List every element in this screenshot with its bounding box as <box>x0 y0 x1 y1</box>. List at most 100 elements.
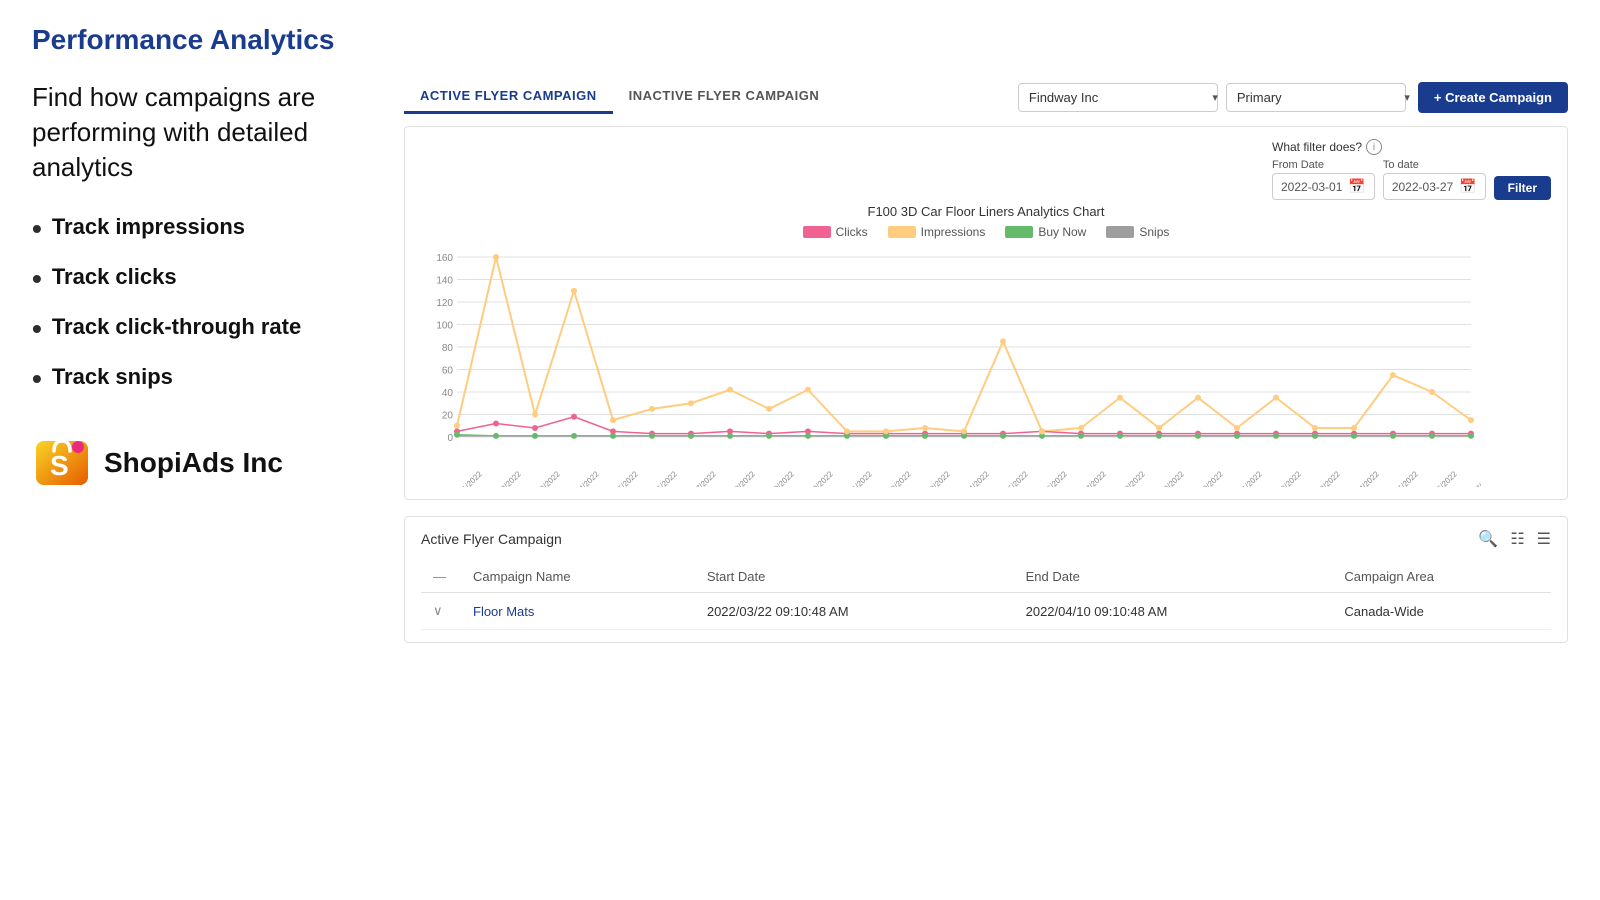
logo-text: ShopiAds Inc <box>104 447 283 479</box>
col-campaign-name: Campaign Name <box>461 561 695 593</box>
to-date-label: To date <box>1383 159 1486 171</box>
col-end-date: End Date <box>1014 561 1333 593</box>
svg-text:140: 140 <box>436 276 453 287</box>
svg-text:03/15/2022: 03/15/2022 <box>995 469 1030 487</box>
from-date-label: From Date <box>1272 159 1375 171</box>
expand-cell[interactable]: ∨ <box>421 593 461 630</box>
svg-text:03/09/2022: 03/09/2022 <box>761 469 796 487</box>
info-icon[interactable]: i <box>1366 139 1382 155</box>
legend-clicks: Clicks <box>803 225 868 239</box>
feature-list: •Track impressions •Track clicks •Track … <box>32 213 372 393</box>
from-date-input[interactable]: 2022-03-01 📅 <box>1272 173 1375 200</box>
svg-text:100: 100 <box>436 321 453 332</box>
svg-text:80: 80 <box>442 343 454 354</box>
left-panel: Find how campaigns are performing with d… <box>32 80 372 876</box>
svg-text:120: 120 <box>436 298 453 309</box>
to-date-input[interactable]: 2022-03-27 📅 <box>1383 173 1486 200</box>
svg-text:03/13/2022: 03/13/2022 <box>917 469 952 487</box>
svg-text:03/10/2022: 03/10/2022 <box>800 469 835 487</box>
tab-active-flyer[interactable]: ACTIVE FLYER CAMPAIGN <box>404 80 613 114</box>
svg-text:03/03/2022: 03/03/2022 <box>527 469 562 487</box>
legend-snips: Snips <box>1106 225 1169 239</box>
campaign-link[interactable]: Floor Mats <box>473 604 534 619</box>
calendar-icon: 📅 <box>1348 178 1365 195</box>
filter-button[interactable]: Filter <box>1494 176 1551 200</box>
calendar-icon-2: 📅 <box>1459 178 1476 195</box>
chart-filter-row: What filter does? i From Date 2022-03-01… <box>421 139 1551 200</box>
table-icon-group: 🔍 ☷ ☰ <box>1478 529 1551 549</box>
tagline: Find how campaigns are performing with d… <box>32 80 372 185</box>
end-date-cell: 2022/04/10 09:10:48 AM <box>1014 593 1333 630</box>
filter-group: What filter does? i From Date 2022-03-01… <box>1272 139 1551 200</box>
svg-text:03/26/2022: 03/26/2022 <box>1424 469 1459 487</box>
legend-impressions: Impressions <box>888 225 986 239</box>
svg-text:03/25/2022: 03/25/2022 <box>1385 469 1420 487</box>
bullet-4: • <box>32 365 42 393</box>
feature-item-3: •Track click-through rate <box>32 313 372 343</box>
col-start-date: Start Date <box>695 561 1014 593</box>
svg-text:40: 40 <box>442 388 454 399</box>
chart-legend: Clicks Impressions Buy Now Snips <box>421 225 1551 239</box>
col-expand: — <box>421 561 461 593</box>
svg-text:0: 0 <box>447 433 453 444</box>
svg-text:03/18/2022: 03/18/2022 <box>1112 469 1147 487</box>
date-inputs: From Date 2022-03-01 📅 To date 2022-03-2… <box>1272 159 1551 200</box>
shopiads-logo-icon: S <box>32 433 92 493</box>
svg-text:03/07/2022: 03/07/2022 <box>683 469 718 487</box>
type-select-wrapper: Primary <box>1226 83 1418 112</box>
svg-text:03/06/2022: 03/06/2022 <box>644 469 679 487</box>
svg-text:03/14/2022: 03/14/2022 <box>956 469 991 487</box>
svg-text:03/24/2022: 03/24/2022 <box>1346 469 1381 487</box>
svg-text:03/05/2022: 03/05/2022 <box>605 469 640 487</box>
feature-item-2: •Track clicks <box>32 263 372 293</box>
right-panel: ACTIVE FLYER CAMPAIGN INACTIVE FLYER CAM… <box>404 80 1568 876</box>
legend-buynow: Buy Now <box>1005 225 1086 239</box>
svg-text:03/08/2022: 03/08/2022 <box>722 469 757 487</box>
feature-item-4: •Track snips <box>32 363 372 393</box>
grid-icon[interactable]: ☷ <box>1510 529 1524 549</box>
create-campaign-button[interactable]: + Create Campaign <box>1418 82 1568 113</box>
svg-text:03/22/2022: 03/22/2022 <box>1268 469 1303 487</box>
legend-color-impressions <box>888 226 916 238</box>
analytics-chart-svg: 02040608010012014016003/01/202203/02/202… <box>421 247 1481 487</box>
svg-text:03/11/2022: 03/11/2022 <box>840 469 875 487</box>
filter-hint: What filter does? i <box>1272 139 1551 155</box>
logo-area: S ShopiAds Inc <box>32 433 372 493</box>
table-row: ∨ Floor Mats 2022/03/22 09:10:48 AM 2022… <box>421 593 1551 630</box>
campaign-table: — Campaign Name Start Date End Date Camp… <box>421 561 1551 630</box>
table-header-row: Active Flyer Campaign 🔍 ☷ ☰ <box>421 529 1551 549</box>
chart-container: What filter does? i From Date 2022-03-01… <box>404 126 1568 500</box>
svg-text:03/27/2022: 03/27/2022 <box>1463 469 1481 487</box>
tab-inactive-flyer[interactable]: INACTIVE FLYER CAMPAIGN <box>613 80 836 114</box>
svg-text:03/23/2022: 03/23/2022 <box>1307 469 1342 487</box>
feature-item-1: •Track impressions <box>32 213 372 243</box>
campaign-name-cell[interactable]: Floor Mats <box>461 593 695 630</box>
type-select[interactable]: Primary <box>1226 83 1406 112</box>
svg-text:20: 20 <box>442 411 454 422</box>
vendor-select-wrapper: Findway Inc <box>1018 83 1226 112</box>
table-section: Active Flyer Campaign 🔍 ☷ ☰ — Campaign N… <box>404 516 1568 643</box>
svg-text:03/17/2022: 03/17/2022 <box>1073 469 1108 487</box>
legend-color-buynow <box>1005 226 1033 238</box>
svg-text:60: 60 <box>442 366 454 377</box>
svg-text:03/20/2022: 03/20/2022 <box>1190 469 1225 487</box>
chart-title: F100 3D Car Floor Liners Analytics Chart <box>421 204 1551 219</box>
filter-icon[interactable]: ☰ <box>1537 529 1551 549</box>
svg-text:03/16/2022: 03/16/2022 <box>1034 469 1069 487</box>
svg-text:03/21/2022: 03/21/2022 <box>1229 469 1264 487</box>
start-date-cell: 2022/03/22 09:10:48 AM <box>695 593 1014 630</box>
svg-text:03/01/2022: 03/01/2022 <box>449 469 484 487</box>
page-title: Performance Analytics <box>32 24 1568 56</box>
vendor-select[interactable]: Findway Inc <box>1018 83 1218 112</box>
bullet-2: • <box>32 265 42 293</box>
bullet-3: • <box>32 315 42 343</box>
svg-text:S: S <box>50 450 69 481</box>
legend-color-clicks <box>803 226 831 238</box>
chart-svg-wrapper: 02040608010012014016003/01/202203/02/202… <box>421 247 1551 487</box>
svg-text:03/04/2022: 03/04/2022 <box>566 469 601 487</box>
svg-text:03/12/2022: 03/12/2022 <box>878 469 913 487</box>
table-section-title: Active Flyer Campaign <box>421 531 562 547</box>
col-campaign-area: Campaign Area <box>1332 561 1551 593</box>
bullet-1: • <box>32 215 42 243</box>
search-icon[interactable]: 🔍 <box>1478 529 1498 549</box>
